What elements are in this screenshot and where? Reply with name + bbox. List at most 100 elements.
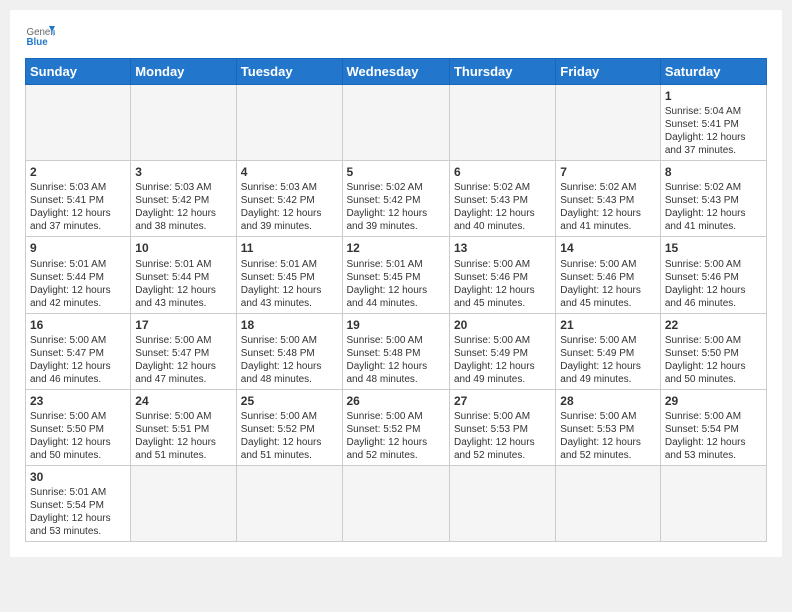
day-info: Sunrise: 5:00 AM Sunset: 5:50 PM Dayligh… — [30, 410, 126, 462]
calendar-cell: 21Sunrise: 5:00 AM Sunset: 5:49 PM Dayli… — [556, 313, 661, 389]
calendar-cell: 16Sunrise: 5:00 AM Sunset: 5:47 PM Dayli… — [26, 313, 131, 389]
calendar-cell: 24Sunrise: 5:00 AM Sunset: 5:51 PM Dayli… — [131, 389, 236, 465]
day-info: Sunrise: 5:00 AM Sunset: 5:52 PM Dayligh… — [347, 410, 445, 462]
calendar-week-row: 16Sunrise: 5:00 AM Sunset: 5:47 PM Dayli… — [26, 313, 767, 389]
day-info: Sunrise: 5:00 AM Sunset: 5:47 PM Dayligh… — [30, 334, 126, 386]
day-info: Sunrise: 5:00 AM Sunset: 5:48 PM Dayligh… — [347, 334, 445, 386]
calendar-week-row: 30Sunrise: 5:01 AM Sunset: 5:54 PM Dayli… — [26, 465, 767, 541]
day-number: 19 — [347, 317, 445, 333]
day-number: 13 — [454, 240, 551, 256]
day-number: 9 — [30, 240, 126, 256]
calendar-table: SundayMondayTuesdayWednesdayThursdayFrid… — [25, 58, 767, 542]
day-number: 30 — [30, 469, 126, 485]
calendar-page: General Blue SundayMondayTuesdayWednesda… — [10, 10, 782, 557]
day-info: Sunrise: 5:01 AM Sunset: 5:45 PM Dayligh… — [347, 258, 445, 310]
calendar-cell: 1Sunrise: 5:04 AM Sunset: 5:41 PM Daylig… — [660, 85, 766, 161]
calendar-week-row: 9 Sunrise: 5:01 AM Sunset: 5:44 PM Daylig… — [26, 237, 767, 313]
day-number: 20 — [454, 317, 551, 333]
day-number: 4 — [241, 164, 338, 180]
calendar-cell — [236, 85, 342, 161]
logo: General Blue — [25, 20, 59, 50]
calendar-cell: 3Sunrise: 5:03 AM Sunset: 5:42 PM Daylig… — [131, 161, 236, 237]
day-info: Sunrise: 5:01 AM Sunset: 5:44 PM Dayligh… — [30, 258, 126, 310]
calendar-cell: 11 Sunrise: 5:01 AM Sunset: 5:45 PM Dayli… — [236, 237, 342, 313]
calendar-cell: 14 Sunrise: 5:00 AM Sunset: 5:46 PM Dayli… — [556, 237, 661, 313]
calendar-week-row: 23Sunrise: 5:00 AM Sunset: 5:50 PM Dayli… — [26, 389, 767, 465]
day-info: Sunrise: 5:00 AM Sunset: 5:50 PM Dayligh… — [665, 334, 762, 386]
calendar-cell: 7Sunrise: 5:02 AM Sunset: 5:43 PM Daylig… — [556, 161, 661, 237]
day-info: Sunrise: 5:03 AM Sunset: 5:41 PM Dayligh… — [30, 181, 126, 233]
day-info: Sunrise: 5:01 AM Sunset: 5:44 PM Dayligh… — [135, 258, 231, 310]
calendar-cell — [131, 465, 236, 541]
day-number: 23 — [30, 393, 126, 409]
day-number: 22 — [665, 317, 762, 333]
calendar-week-row: 1Sunrise: 5:04 AM Sunset: 5:41 PM Daylig… — [26, 85, 767, 161]
day-info: Sunrise: 5:00 AM Sunset: 5:49 PM Dayligh… — [454, 334, 551, 386]
day-number: 15 — [665, 240, 762, 256]
weekday-header-saturday: Saturday — [660, 59, 766, 85]
calendar-cell: 18Sunrise: 5:00 AM Sunset: 5:48 PM Dayli… — [236, 313, 342, 389]
weekday-header-thursday: Thursday — [449, 59, 555, 85]
calendar-cell: 29Sunrise: 5:00 AM Sunset: 5:54 PM Dayli… — [660, 389, 766, 465]
calendar-cell: 26Sunrise: 5:00 AM Sunset: 5:52 PM Dayli… — [342, 389, 449, 465]
calendar-cell — [556, 85, 661, 161]
day-number: 3 — [135, 164, 231, 180]
day-number: 21 — [560, 317, 656, 333]
calendar-cell: 5Sunrise: 5:02 AM Sunset: 5:42 PM Daylig… — [342, 161, 449, 237]
calendar-cell — [556, 465, 661, 541]
day-info: Sunrise: 5:00 AM Sunset: 5:46 PM Dayligh… — [560, 258, 656, 310]
day-number: 5 — [347, 164, 445, 180]
day-number: 26 — [347, 393, 445, 409]
calendar-cell — [342, 465, 449, 541]
day-info: Sunrise: 5:02 AM Sunset: 5:43 PM Dayligh… — [560, 181, 656, 233]
calendar-cell: 2Sunrise: 5:03 AM Sunset: 5:41 PM Daylig… — [26, 161, 131, 237]
calendar-cell: 20Sunrise: 5:00 AM Sunset: 5:49 PM Dayli… — [449, 313, 555, 389]
day-info: Sunrise: 5:03 AM Sunset: 5:42 PM Dayligh… — [241, 181, 338, 233]
day-info: Sunrise: 5:00 AM Sunset: 5:53 PM Dayligh… — [454, 410, 551, 462]
logo-icon: General Blue — [25, 20, 55, 50]
calendar-cell: 23Sunrise: 5:00 AM Sunset: 5:50 PM Dayli… — [26, 389, 131, 465]
calendar-cell — [131, 85, 236, 161]
day-number: 10 — [135, 240, 231, 256]
calendar-cell: 27Sunrise: 5:00 AM Sunset: 5:53 PM Dayli… — [449, 389, 555, 465]
calendar-cell: 25Sunrise: 5:00 AM Sunset: 5:52 PM Dayli… — [236, 389, 342, 465]
calendar-week-row: 2Sunrise: 5:03 AM Sunset: 5:41 PM Daylig… — [26, 161, 767, 237]
day-info: Sunrise: 5:00 AM Sunset: 5:49 PM Dayligh… — [560, 334, 656, 386]
header: General Blue — [25, 20, 767, 50]
day-info: Sunrise: 5:00 AM Sunset: 5:51 PM Dayligh… — [135, 410, 231, 462]
day-number: 14 — [560, 240, 656, 256]
calendar-cell: 28Sunrise: 5:00 AM Sunset: 5:53 PM Dayli… — [556, 389, 661, 465]
day-number: 27 — [454, 393, 551, 409]
day-number: 12 — [347, 240, 445, 256]
calendar-cell: 30Sunrise: 5:01 AM Sunset: 5:54 PM Dayli… — [26, 465, 131, 541]
calendar-cell: 13 Sunrise: 5:00 AM Sunset: 5:46 PM Dayli… — [449, 237, 555, 313]
calendar-cell: 6Sunrise: 5:02 AM Sunset: 5:43 PM Daylig… — [449, 161, 555, 237]
calendar-cell — [236, 465, 342, 541]
day-number: 29 — [665, 393, 762, 409]
day-info: Sunrise: 5:01 AM Sunset: 5:45 PM Dayligh… — [241, 258, 338, 310]
calendar-cell: 22Sunrise: 5:00 AM Sunset: 5:50 PM Dayli… — [660, 313, 766, 389]
calendar-cell — [342, 85, 449, 161]
calendar-cell: 9 Sunrise: 5:01 AM Sunset: 5:44 PM Daylig… — [26, 237, 131, 313]
day-info: Sunrise: 5:02 AM Sunset: 5:42 PM Dayligh… — [347, 181, 445, 233]
day-info: Sunrise: 5:01 AM Sunset: 5:54 PM Dayligh… — [30, 486, 126, 538]
day-info: Sunrise: 5:02 AM Sunset: 5:43 PM Dayligh… — [454, 181, 551, 233]
day-number: 2 — [30, 164, 126, 180]
day-number: 8 — [665, 164, 762, 180]
day-number: 16 — [30, 317, 126, 333]
calendar-cell: 15 Sunrise: 5:00 AM Sunset: 5:46 PM Dayli… — [660, 237, 766, 313]
calendar-cell: 17Sunrise: 5:00 AM Sunset: 5:47 PM Dayli… — [131, 313, 236, 389]
day-number: 18 — [241, 317, 338, 333]
day-info: Sunrise: 5:04 AM Sunset: 5:41 PM Dayligh… — [665, 105, 762, 157]
day-number: 28 — [560, 393, 656, 409]
calendar-cell: 4Sunrise: 5:03 AM Sunset: 5:42 PM Daylig… — [236, 161, 342, 237]
day-info: Sunrise: 5:00 AM Sunset: 5:46 PM Dayligh… — [454, 258, 551, 310]
day-number: 17 — [135, 317, 231, 333]
day-info: Sunrise: 5:00 AM Sunset: 5:46 PM Dayligh… — [665, 258, 762, 310]
calendar-cell — [449, 85, 555, 161]
day-number: 11 — [241, 240, 338, 256]
day-info: Sunrise: 5:00 AM Sunset: 5:54 PM Dayligh… — [665, 410, 762, 462]
day-number: 6 — [454, 164, 551, 180]
calendar-cell: 12 Sunrise: 5:01 AM Sunset: 5:45 PM Dayli… — [342, 237, 449, 313]
weekday-header-monday: Monday — [131, 59, 236, 85]
